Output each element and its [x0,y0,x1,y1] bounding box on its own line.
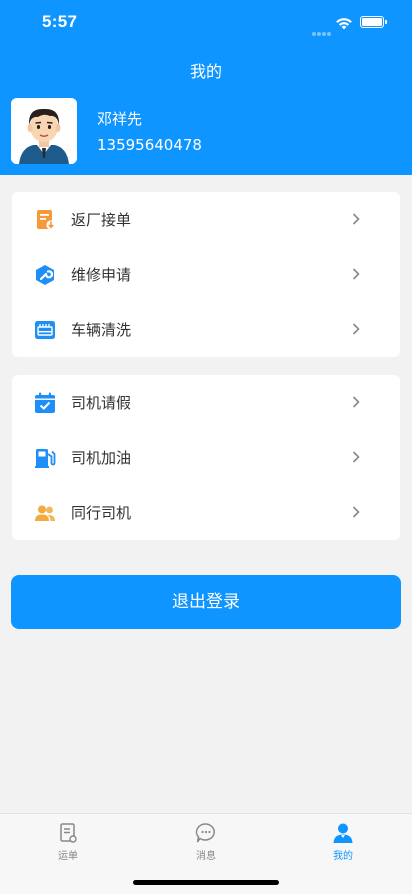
menu-card-driver: 司机请假 司机加油 同行司机 [12,375,400,540]
logout-button[interactable]: 退出登录 [11,575,401,629]
tab-mine[interactable]: 我的 [303,822,383,862]
profile-header: 5:57 我的 邓祥先 13595640478 [0,0,412,175]
status-bar: 5:57 [0,0,412,48]
menu-item-repair-request[interactable]: 维修申请 [12,247,400,302]
chevron-right-icon [352,211,360,230]
menu-item-label: 车辆清洗 [71,321,132,339]
menu-item-label: 返厂接单 [71,211,132,229]
wifi-icon [335,15,353,34]
tab-messages[interactable]: 消息 [166,822,246,862]
menu-item-driver-refuel[interactable]: 司机加油 [12,430,400,485]
menu-card-services: 返厂接单 维修申请 车辆清洗 [12,192,400,357]
home-indicator [133,880,279,885]
chevron-right-icon [352,504,360,523]
chevron-right-icon [352,394,360,413]
chevron-right-icon [352,449,360,468]
users-icon [34,502,56,524]
menu-item-label: 同行司机 [71,504,132,522]
waybill-icon [57,822,79,844]
avatar[interactable] [11,98,77,164]
cellular-signal-icon [312,21,332,40]
fuel-pump-icon [34,447,56,469]
chevron-right-icon [352,266,360,285]
menu-item-car-wash[interactable]: 车辆清洗 [12,302,400,357]
user-icon [332,822,354,844]
menu-item-fellow-drivers[interactable]: 同行司机 [12,485,400,540]
tab-label: 消息 [196,851,216,862]
document-download-icon [34,209,56,231]
menu-item-label: 司机请假 [71,394,132,412]
menu-item-label: 司机加油 [71,449,132,467]
tab-label: 我的 [333,851,353,862]
menu-item-driver-leave[interactable]: 司机请假 [12,375,400,430]
battery-icon [360,16,387,28]
menu-item-return-order[interactable]: 返厂接单 [12,192,400,247]
tab-waybill[interactable]: 运单 [28,822,108,862]
car-wash-icon [34,319,56,341]
page-title: 我的 [189,62,222,81]
tab-label: 运单 [58,851,78,862]
user-phone: 13595640478 [97,136,202,154]
status-time: 5:57 [42,12,78,31]
calendar-check-icon [34,392,56,414]
chat-bubble-icon [195,822,217,844]
menu-item-label: 维修申请 [71,266,132,284]
chevron-right-icon [352,321,360,340]
wrench-icon [34,264,56,286]
user-name: 邓祥先 [97,110,143,128]
